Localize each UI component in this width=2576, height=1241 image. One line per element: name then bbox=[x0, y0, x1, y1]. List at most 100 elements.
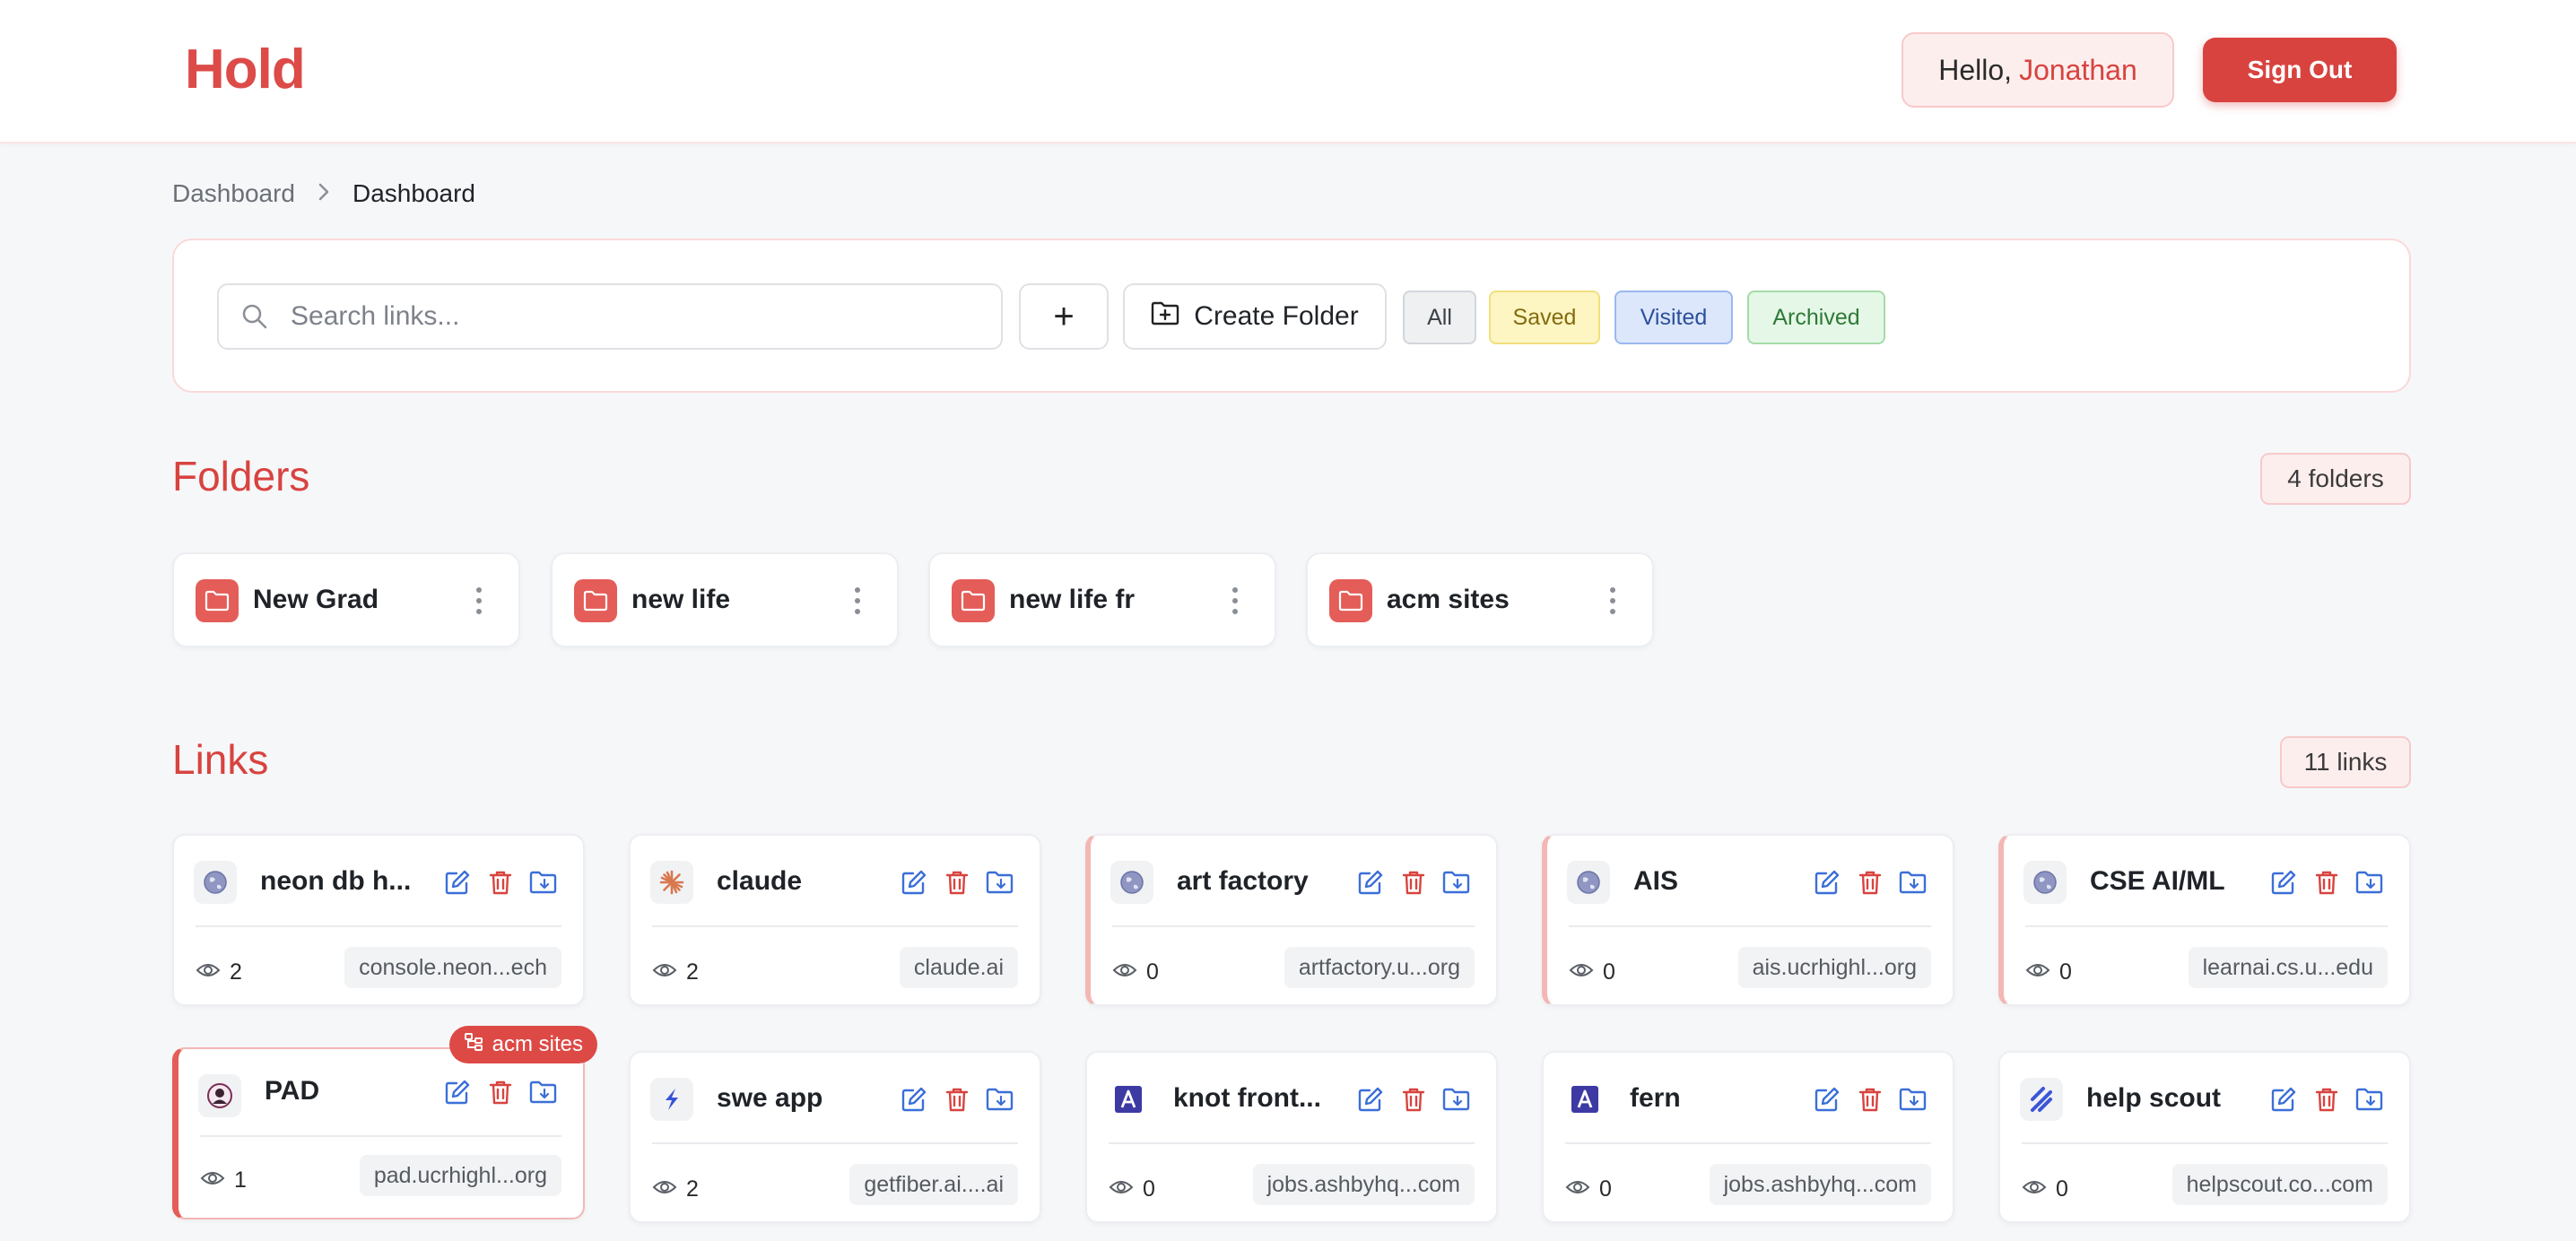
filter-archived[interactable]: Archived bbox=[1747, 291, 1885, 344]
folder-card[interactable]: acm sites bbox=[1306, 552, 1654, 647]
filter-visited[interactable]: Visited bbox=[1614, 291, 1733, 344]
folder-tag[interactable]: acm sites bbox=[448, 1026, 597, 1063]
trash-icon[interactable] bbox=[943, 868, 971, 897]
app-logo[interactable]: Hold bbox=[185, 38, 306, 101]
trash-icon[interactable] bbox=[2312, 868, 2341, 897]
edit-icon[interactable] bbox=[1356, 868, 1385, 897]
trash-icon[interactable] bbox=[943, 1085, 971, 1114]
link-domain[interactable]: claude.ai bbox=[899, 947, 1018, 988]
folder-name: New Grad bbox=[253, 585, 379, 614]
link-domain[interactable]: learnai.cs.u...edu bbox=[2188, 947, 2388, 988]
sign-out-button[interactable]: Sign Out bbox=[2203, 38, 2397, 102]
more-vertical-icon[interactable] bbox=[472, 581, 486, 620]
link-actions bbox=[1813, 1085, 1928, 1114]
trash-icon[interactable] bbox=[486, 868, 515, 897]
edit-icon[interactable] bbox=[443, 868, 472, 897]
top-header: Hold Hello, Jonathan Sign Out bbox=[0, 0, 2576, 143]
link-domain[interactable]: jobs.ashbyhq...com bbox=[1709, 1164, 1931, 1205]
move-to-folder-icon[interactable] bbox=[1899, 868, 1928, 897]
eye-icon bbox=[196, 959, 221, 985]
search-input[interactable] bbox=[291, 301, 972, 332]
folder-icon bbox=[1329, 579, 1372, 622]
folder-card[interactable]: new life bbox=[551, 552, 899, 647]
filter-saved[interactable]: Saved bbox=[1489, 291, 1600, 344]
link-domain[interactable]: ais.ucrhighl...org bbox=[1737, 947, 1931, 988]
breadcrumb: Dashboard Dashboard bbox=[172, 176, 475, 212]
link-card[interactable]: neon db h... 2 console.neon...ech bbox=[172, 834, 585, 1006]
link-domain[interactable]: helpscout.co...com bbox=[2171, 1164, 2388, 1205]
link-actions bbox=[443, 1078, 558, 1106]
link-card[interactable]: CSE AI/ML 0 learnai.cs.u...edu bbox=[1998, 834, 2411, 1006]
link-title: PAD bbox=[265, 1076, 320, 1106]
link-card[interactable]: acm sites PAD 1 pad.ucrhighl...org bbox=[172, 1026, 597, 1219]
card-divider bbox=[196, 925, 561, 927]
link-domain[interactable]: jobs.ashbyhq...com bbox=[1252, 1164, 1475, 1205]
view-count: 2 bbox=[652, 1176, 699, 1202]
edit-icon[interactable] bbox=[900, 868, 928, 897]
folder-icon bbox=[952, 579, 995, 622]
search-icon bbox=[219, 302, 291, 331]
more-vertical-icon[interactable] bbox=[1228, 581, 1242, 620]
link-title: AIS bbox=[1633, 866, 1679, 896]
breadcrumb-item[interactable]: Dashboard bbox=[172, 179, 295, 208]
view-count-value: 0 bbox=[2056, 1176, 2068, 1202]
move-to-folder-icon[interactable] bbox=[986, 1085, 1014, 1114]
move-to-folder-icon[interactable] bbox=[1442, 1085, 1471, 1114]
link-domain[interactable]: getfiber.ai....ai bbox=[849, 1164, 1018, 1205]
move-to-folder-icon[interactable] bbox=[986, 868, 1014, 897]
more-vertical-icon[interactable] bbox=[1606, 581, 1620, 620]
card-divider bbox=[1565, 1142, 1931, 1144]
move-to-folder-icon[interactable] bbox=[529, 1078, 558, 1106]
link-title: fern bbox=[1630, 1083, 1681, 1113]
trash-icon[interactable] bbox=[1399, 1085, 1428, 1114]
folder-name: new life bbox=[631, 585, 731, 614]
edit-icon[interactable] bbox=[2269, 868, 2298, 897]
edit-icon[interactable] bbox=[1813, 1085, 1841, 1114]
trash-icon[interactable] bbox=[2312, 1085, 2341, 1114]
edit-icon[interactable] bbox=[900, 1085, 928, 1114]
view-count-value: 0 bbox=[1143, 1176, 1155, 1202]
link-card[interactable]: swe app 2 getfiber.ai....ai bbox=[629, 1051, 1041, 1223]
folder-card[interactable]: new life fr bbox=[928, 552, 1276, 647]
view-count: 1 bbox=[200, 1167, 247, 1193]
trash-icon[interactable] bbox=[1399, 868, 1428, 897]
move-to-folder-icon[interactable] bbox=[2355, 868, 2384, 897]
edit-icon[interactable] bbox=[1356, 1085, 1385, 1114]
link-domain[interactable]: console.neon...ech bbox=[344, 947, 561, 988]
link-card[interactable]: claude 2 claude.ai bbox=[629, 834, 1041, 1006]
view-count-value: 0 bbox=[1603, 959, 1615, 985]
link-actions bbox=[1813, 868, 1928, 897]
link-card[interactable]: art factory 0 artfactory.u...org bbox=[1085, 834, 1498, 1006]
card-divider bbox=[652, 1142, 1018, 1144]
move-to-folder-icon[interactable] bbox=[529, 868, 558, 897]
trash-icon[interactable] bbox=[486, 1078, 515, 1106]
ashby-a-icon bbox=[1107, 1078, 1150, 1121]
link-card[interactable]: help scout 0 helpscout.co...com bbox=[1998, 1051, 2411, 1223]
eye-icon bbox=[1109, 1176, 1134, 1202]
card-divider bbox=[2025, 925, 2388, 927]
create-folder-button[interactable]: Create Folder bbox=[1123, 283, 1387, 350]
globe-icon bbox=[1110, 861, 1153, 904]
create-folder-label: Create Folder bbox=[1194, 301, 1359, 331]
view-count-value: 0 bbox=[1146, 959, 1159, 985]
filter-all[interactable]: All bbox=[1403, 291, 1476, 344]
trash-icon[interactable] bbox=[1856, 1085, 1884, 1114]
move-to-folder-icon[interactable] bbox=[2355, 1085, 2384, 1114]
move-to-folder-icon[interactable] bbox=[1442, 868, 1471, 897]
link-domain[interactable]: artfactory.u...org bbox=[1284, 947, 1475, 988]
edit-icon[interactable] bbox=[2269, 1085, 2298, 1114]
link-card[interactable]: knot front... 0 jobs.ashbyhq...com bbox=[1085, 1051, 1498, 1223]
edit-icon[interactable] bbox=[1813, 868, 1841, 897]
link-domain[interactable]: pad.ucrhighl...org bbox=[359, 1155, 561, 1196]
move-to-folder-icon[interactable] bbox=[1899, 1085, 1928, 1114]
edit-icon[interactable] bbox=[443, 1078, 472, 1106]
links-count-badge: 11 links bbox=[2280, 736, 2411, 788]
view-count-value: 2 bbox=[686, 1176, 699, 1202]
trash-icon[interactable] bbox=[1856, 868, 1884, 897]
more-vertical-icon[interactable] bbox=[850, 581, 865, 620]
folder-card[interactable]: New Grad bbox=[172, 552, 520, 647]
link-title: help scout bbox=[2086, 1083, 2222, 1113]
link-card[interactable]: fern 0 jobs.ashbyhq...com bbox=[1542, 1051, 1954, 1223]
add-link-button[interactable]: + bbox=[1019, 283, 1109, 350]
link-card[interactable]: AIS 0 ais.ucrhighl...org bbox=[1542, 834, 1954, 1006]
